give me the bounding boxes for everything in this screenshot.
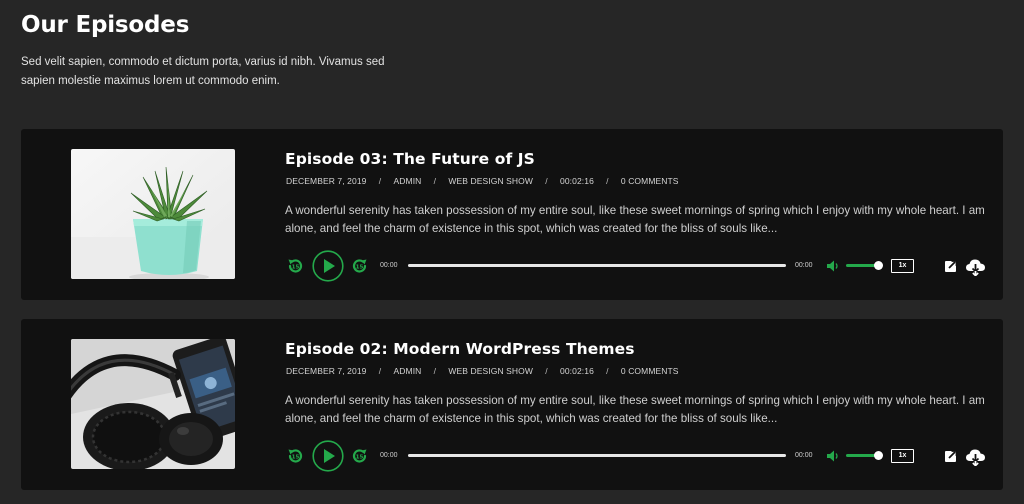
- rewind-15-icon[interactable]: 15: [286, 257, 304, 275]
- meta-separator: /: [378, 176, 382, 186]
- progress-bar[interactable]: [408, 264, 786, 267]
- episode-show[interactable]: Web Design Show: [448, 176, 533, 186]
- page-title: Our Episodes: [21, 12, 190, 38]
- volume-icon[interactable]: [826, 449, 840, 463]
- meta-separator: /: [606, 176, 609, 186]
- current-time: 00:00: [380, 262, 398, 269]
- share-icon[interactable]: [944, 259, 958, 273]
- current-time: 00:00: [380, 452, 398, 459]
- progress-bar[interactable]: [408, 454, 786, 457]
- meta-separator: /: [433, 366, 437, 376]
- total-time: 00:00: [795, 452, 813, 459]
- episode-excerpt: A wonderful serenity has taken possessio…: [285, 204, 985, 235]
- episode-date[interactable]: December 7, 2019: [286, 366, 367, 376]
- page-intro: Sed velit sapien, commodo et dictum port…: [21, 56, 385, 87]
- total-time: 00:00: [795, 262, 813, 269]
- play-icon[interactable]: [312, 440, 344, 472]
- rewind-15-icon[interactable]: 15: [286, 447, 304, 465]
- audio-player: 15 15 00:00 00:00 1x: [285, 439, 995, 473]
- volume-slider-handle[interactable]: [874, 451, 883, 460]
- episode-author[interactable]: Admin: [394, 176, 422, 186]
- meta-separator: /: [433, 176, 437, 186]
- share-icon[interactable]: [944, 449, 958, 463]
- svg-text:15: 15: [356, 455, 364, 461]
- meta-separator: /: [606, 366, 609, 376]
- episode-author[interactable]: Admin: [394, 366, 422, 376]
- episode-show[interactable]: Web Design Show: [448, 366, 533, 376]
- forward-15-icon[interactable]: 15: [351, 257, 369, 275]
- svg-text:15: 15: [292, 455, 300, 461]
- episode-thumbnail-plant[interactable]: [71, 149, 235, 279]
- forward-15-icon[interactable]: 15: [351, 447, 369, 465]
- cloud-download-icon[interactable]: [965, 447, 986, 466]
- audio-player: 15 15 00:00 00:00 1x: [285, 249, 995, 283]
- meta-separator: /: [545, 176, 548, 186]
- episode-comments[interactable]: 0 Comments: [621, 176, 679, 186]
- episode-title[interactable]: Episode 03: The Future of JS: [285, 150, 535, 168]
- episode-card: Episode 02: Modern WordPress Themes Dece…: [21, 319, 1003, 490]
- episode-meta: December 7, 2019 / Admin / Web Design Show / 0…: [286, 366, 679, 376]
- episode-excerpt: A wonderful serenity has taken possessio…: [285, 394, 985, 425]
- headphones-phone-image: [71, 339, 235, 469]
- playback-speed-button[interactable]: 1x: [891, 259, 914, 273]
- svg-text:15: 15: [292, 265, 300, 271]
- meta-separator: /: [545, 366, 548, 376]
- meta-separator: /: [378, 366, 382, 376]
- playback-speed-button[interactable]: 1x: [891, 449, 914, 463]
- episode-meta: December 7, 2019 / Admin / Web Design Show / 0…: [286, 176, 679, 186]
- play-icon[interactable]: [312, 250, 344, 282]
- episode-comments[interactable]: 0 Comments: [621, 366, 679, 376]
- episode-thumbnail-headphones[interactable]: [71, 339, 235, 469]
- svg-text:15: 15: [356, 265, 364, 271]
- episode-duration: 00:02:16: [560, 366, 594, 376]
- cloud-download-icon[interactable]: [965, 257, 986, 276]
- episode-date[interactable]: December 7, 2019: [286, 176, 367, 186]
- volume-icon[interactable]: [826, 259, 840, 273]
- succulent-plant-image: [71, 149, 235, 279]
- episode-title[interactable]: Episode 02: Modern WordPress Themes: [285, 340, 635, 358]
- episode-card: Episode 03: The Future of JS December 7,…: [21, 129, 1003, 300]
- episode-duration: 00:02:16: [560, 176, 594, 186]
- volume-slider-handle[interactable]: [874, 261, 883, 270]
